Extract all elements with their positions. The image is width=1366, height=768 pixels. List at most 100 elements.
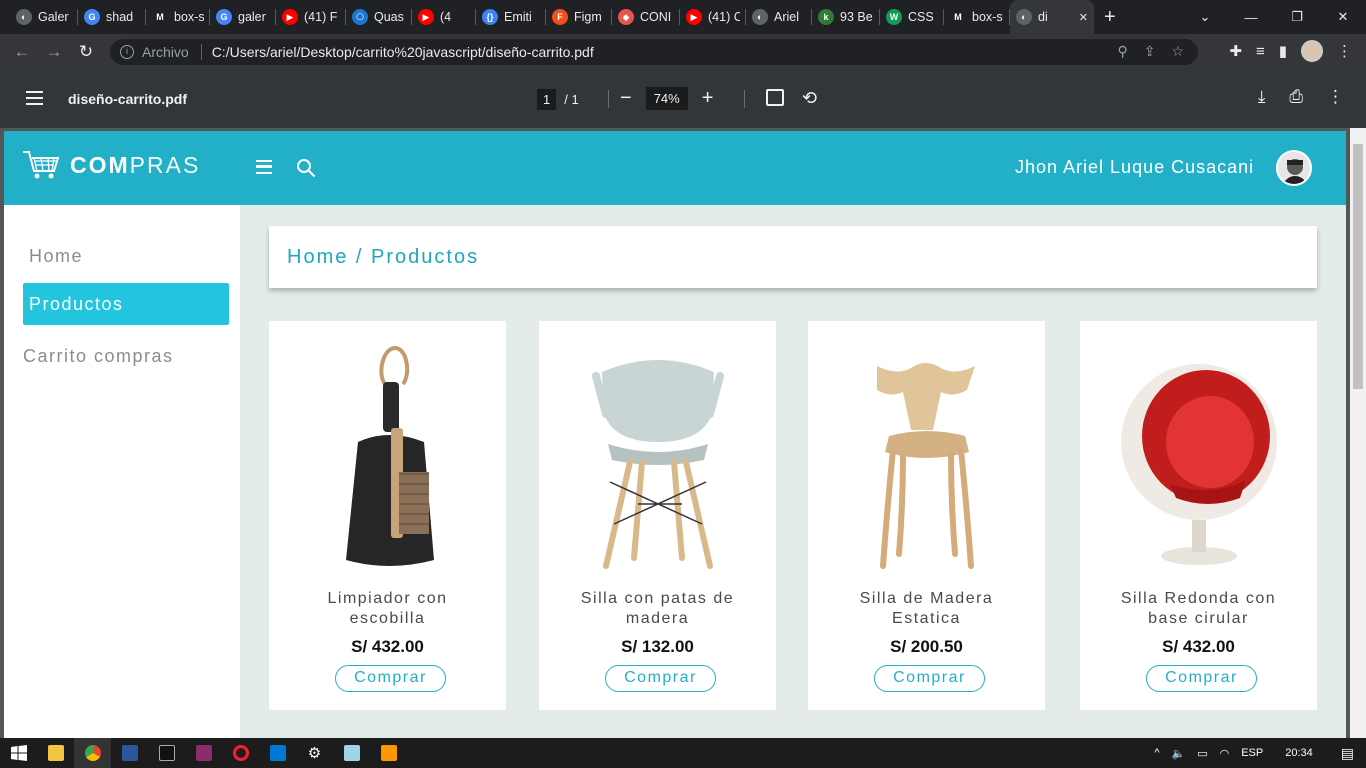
forward-button[interactable]: → [38,42,70,62]
browser-tab[interactable]: ◐ Galer [10,0,78,34]
wifi-icon[interactable]: ◠ [1220,747,1230,760]
tab-favicon-icon: ◐ [16,9,32,25]
reading-list-icon[interactable]: ≡ [1256,43,1265,60]
tab-label: CSS l [908,10,938,24]
browser-tab[interactable]: W CSS l [880,0,944,34]
browser-tab[interactable]: Mbox-s [944,0,1010,34]
clock[interactable]: 20:34 [1285,747,1313,759]
language-indicator[interactable]: ESP [1241,747,1263,759]
zoom-out-button[interactable]: − [620,87,632,110]
zoom-level-input[interactable]: 74% [645,87,688,110]
tab-favicon-icon: k [818,9,834,25]
terminal-icon[interactable] [148,738,185,768]
profile-avatar[interactable] [1301,40,1323,62]
app-logo: COMPRAS [22,149,200,181]
chrome-icon[interactable] [74,738,111,768]
pdf-scrollbar[interactable] [1350,128,1366,738]
buy-button[interactable]: Comprar [874,665,985,692]
browser-menu-icon[interactable]: ⋮ [1337,42,1352,60]
new-tab-button[interactable]: + [1104,6,1116,29]
buy-button[interactable]: Comprar [605,665,716,692]
back-button[interactable]: ← [6,42,38,62]
product-name: Silla Redonda con base cirular [1120,590,1277,627]
tab-label: box-s [972,10,1003,24]
browser-tab[interactable]: ◆ CONI [612,0,680,34]
tab-label: Figm [574,10,602,24]
user-avatar[interactable] [1276,150,1312,186]
hamburger-menu-icon[interactable] [256,160,272,174]
sidebar-item-carrito[interactable]: Carrito compras [17,335,223,377]
tab-favicon-icon: F [552,9,568,25]
ball-chair-icon [1080,341,1317,576]
bookmark-star-icon[interactable]: ☆ [1171,43,1184,60]
notepad-icon[interactable] [333,738,370,768]
zoom-controls: − 74% + [620,87,713,110]
tab-favicon-icon: W [886,9,902,25]
tab-search-icon[interactable]: ⌄ [1182,9,1228,25]
vscode-icon[interactable] [259,738,296,768]
browser-tab[interactable]: Mbox-s [146,0,210,34]
share-icon[interactable]: ⇪ [1144,43,1156,60]
zoom-in-button[interactable]: + [702,87,714,110]
restore-button[interactable]: ❐ [1274,9,1320,25]
sidebar-item-label: Productos [29,294,124,314]
omnibox-divider [200,44,202,60]
pdf-more-icon[interactable]: ⋮ [1327,87,1344,107]
sidebar-item-home[interactable]: Home [23,235,229,277]
shopping-cart-icon [23,151,60,179]
rotate-icon[interactable]: ⟲ [802,88,817,109]
close-window-button[interactable]: ✕ [1320,9,1366,25]
browser-tab[interactable]: ▶ (41) F [276,0,346,34]
extensions-icon[interactable]: ✚ [1229,42,1242,60]
settings-gear-icon[interactable]: ⚙ [296,738,333,768]
tab-favicon-icon: {} [482,9,498,25]
browser-tab[interactable]: ▶ (4 [412,0,476,34]
word-icon[interactable] [111,738,148,768]
opera-icon[interactable] [222,738,259,768]
buy-button[interactable]: Comprar [335,665,446,692]
omnibox[interactable]: i Archivo C:/Users/ariel/Desktop/carrito… [110,39,1198,65]
browser-tab[interactable]: Gshad [78,0,146,34]
sublime-icon[interactable] [370,738,407,768]
scrollbar-thumb[interactable] [1353,144,1363,389]
close-tab-icon[interactable]: ✕ [1079,11,1088,24]
download-icon[interactable]: ⤓ [1258,87,1266,107]
reload-button[interactable]: ↻ [70,42,102,62]
tab-favicon-icon: ▶ [418,9,434,25]
browser-tab[interactable]: k 93 Be [812,0,880,34]
file-explorer-icon[interactable] [37,738,74,768]
search-icon[interactable] [296,158,316,178]
tab-favicon-icon: ◐ [752,9,768,25]
zoom-icon[interactable]: ⚲ [1117,43,1127,60]
page-number-input[interactable]: 1 [537,89,557,110]
browser-tab[interactable]: {} Emiti [476,0,546,34]
notifications-icon[interactable]: ▤ [1341,745,1354,762]
side-panel-icon[interactable]: ▮ [1279,42,1287,60]
minimize-button[interactable]: — [1228,10,1274,25]
tab-favicon-icon: ◆ [618,9,634,25]
windows-start-icon[interactable] [0,738,37,768]
product-card: Limpiador con escobilla S/ 432.00 Compra… [269,321,506,710]
print-icon[interactable]: ⎙ [1289,87,1303,107]
buy-button[interactable]: Comprar [1146,665,1257,692]
sidebar-item-productos[interactable]: Productos [23,283,229,325]
battery-icon[interactable]: ▭ [1197,747,1207,760]
fit-page-icon[interactable] [766,89,784,106]
volume-icon[interactable]: 🔈 [1172,747,1186,760]
tab-label: di [1038,10,1048,24]
url-text[interactable]: C:/Users/ariel/Desktop/carrito%20javascr… [212,44,594,60]
tray-chevron-icon[interactable]: ^ [1154,747,1159,759]
tab-label: galer [238,10,266,24]
browser-tab[interactable]: Ggaler [210,0,276,34]
pdf-menu-icon[interactable] [26,91,43,105]
logo-light-text: PRAS [129,151,201,178]
site-info-icon[interactable]: i [120,45,134,59]
browser-tab[interactable]: ◐ di ✕ [1010,0,1094,34]
browser-tab[interactable]: ⎔ Quas [346,0,412,34]
browser-tab[interactable]: ◐ Ariel [746,0,812,34]
product-name: Silla de Madera Estatica [859,590,994,627]
winrar-icon[interactable] [185,738,222,768]
browser-tab[interactable]: F Figm [546,0,612,34]
browser-tab[interactable]: ▶ (41) C [680,0,746,34]
toolbar-divider [608,90,609,108]
